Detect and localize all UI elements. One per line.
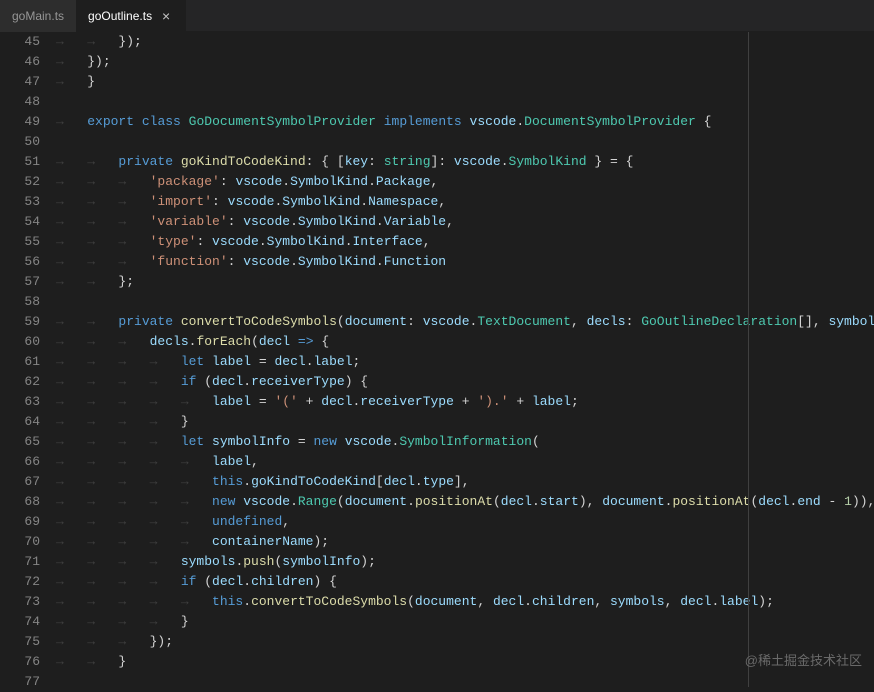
code-line[interactable]: → → → → } [52, 612, 874, 632]
code-line[interactable]: → → private goKindToCodeKind: { [key: st… [52, 152, 874, 172]
code-line[interactable]: → → → → → this.convertToCodeSymbols(docu… [52, 592, 874, 612]
code-line[interactable]: → → → → → this.goKindToCodeKind[decl.typ… [52, 472, 874, 492]
code-line[interactable]: → } [52, 72, 874, 92]
code-line[interactable]: → → → }); [52, 632, 874, 652]
code-line[interactable]: → → → → → label, [52, 452, 874, 472]
line-number: 57 [0, 272, 40, 292]
code-line[interactable]: → → → 'package': vscode.SymbolKind.Packa… [52, 172, 874, 192]
code-line[interactable] [52, 132, 874, 152]
code-line[interactable]: → → → → → label = '(' + decl.receiverTyp… [52, 392, 874, 412]
editor-tabs: goMain.ts goOutline.ts × [0, 0, 874, 32]
line-number: 59 [0, 312, 40, 332]
tab-label: goMain.ts [12, 9, 64, 23]
line-number: 73 [0, 592, 40, 612]
code-line[interactable]: → → → → let label = decl.label; [52, 352, 874, 372]
code-line[interactable]: → → → 'type': vscode.SymbolKind.Interfac… [52, 232, 874, 252]
line-number: 66 [0, 452, 40, 472]
code-line[interactable]: → → → 'import': vscode.SymbolKind.Namesp… [52, 192, 874, 212]
code-line[interactable]: → → → → → undefined, [52, 512, 874, 532]
code-line[interactable] [52, 672, 874, 687]
line-number: 58 [0, 292, 40, 312]
line-number: 70 [0, 532, 40, 552]
line-number: 56 [0, 252, 40, 272]
code-line[interactable] [52, 92, 874, 112]
line-number: 77 [0, 672, 40, 692]
line-number: 51 [0, 152, 40, 172]
line-number-gutter: 4546474849505152535455565758596061626364… [0, 32, 52, 687]
line-number: 47 [0, 72, 40, 92]
code-line[interactable]: → → }); [52, 32, 874, 52]
code-line[interactable]: → → private convertToCodeSymbols(documen… [52, 312, 874, 332]
tab-gooutline[interactable]: goOutline.ts × [76, 0, 186, 32]
code-line[interactable]: → → → → let symbolInfo = new vscode.Symb… [52, 432, 874, 452]
line-number: 63 [0, 392, 40, 412]
line-number: 71 [0, 552, 40, 572]
line-number: 69 [0, 512, 40, 532]
editor-area: 4546474849505152535455565758596061626364… [0, 32, 874, 687]
line-number: 76 [0, 652, 40, 672]
code-line[interactable] [52, 292, 874, 312]
close-icon[interactable]: × [158, 8, 174, 24]
line-number: 67 [0, 472, 40, 492]
code-content[interactable]: → → });→ });→ } → export class GoDocument… [52, 32, 874, 687]
line-number: 46 [0, 52, 40, 72]
line-number: 54 [0, 212, 40, 232]
line-number: 75 [0, 632, 40, 652]
code-line[interactable]: → → } [52, 652, 874, 672]
code-line[interactable]: → → → → → containerName); [52, 532, 874, 552]
code-line[interactable]: → → → → if (decl.receiverType) { [52, 372, 874, 392]
line-number: 64 [0, 412, 40, 432]
line-number: 55 [0, 232, 40, 252]
line-number: 60 [0, 332, 40, 352]
line-number: 53 [0, 192, 40, 212]
code-line[interactable]: → → → → symbols.push(symbolInfo); [52, 552, 874, 572]
code-line[interactable]: → → → 'function': vscode.SymbolKind.Func… [52, 252, 874, 272]
line-number: 68 [0, 492, 40, 512]
line-number: 48 [0, 92, 40, 112]
code-line[interactable]: → → → decls.forEach(decl => { [52, 332, 874, 352]
code-line[interactable]: → → → 'variable': vscode.SymbolKind.Vari… [52, 212, 874, 232]
line-number: 49 [0, 112, 40, 132]
tab-label: goOutline.ts [88, 9, 152, 23]
line-number: 52 [0, 172, 40, 192]
line-number: 61 [0, 352, 40, 372]
tab-gomain[interactable]: goMain.ts [0, 0, 76, 32]
code-line[interactable]: → → → → → new vscode.Range(document.posi… [52, 492, 874, 512]
line-number: 72 [0, 572, 40, 592]
code-line[interactable]: → }); [52, 52, 874, 72]
line-number: 50 [0, 132, 40, 152]
line-number: 65 [0, 432, 40, 452]
line-number: 45 [0, 32, 40, 52]
code-line[interactable]: → → → → if (decl.children) { [52, 572, 874, 592]
code-line[interactable]: → export class GoDocumentSymbolProvider … [52, 112, 874, 132]
code-line[interactable]: → → → → } [52, 412, 874, 432]
code-line[interactable]: → → }; [52, 272, 874, 292]
line-number: 62 [0, 372, 40, 392]
line-number: 74 [0, 612, 40, 632]
